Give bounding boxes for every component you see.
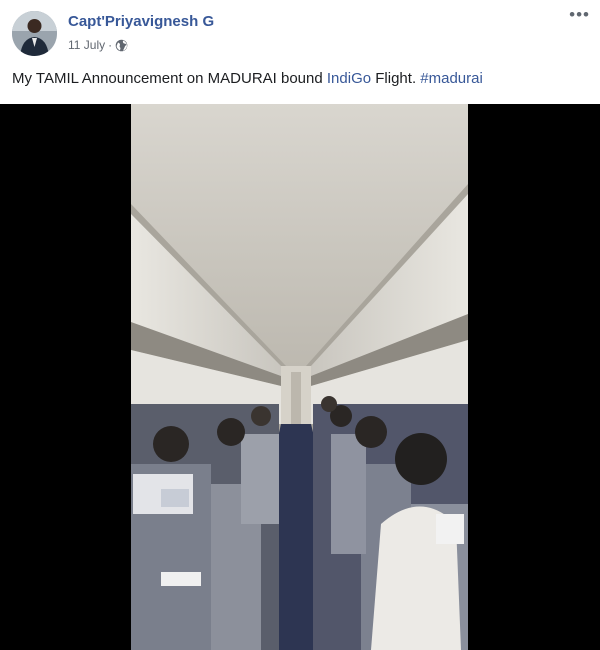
aircraft-cabin-image	[131, 104, 468, 650]
video-player[interactable]	[0, 104, 600, 650]
post-date[interactable]: 11 July	[68, 38, 105, 52]
meta-separator: ·	[108, 38, 113, 52]
post-text-mid: Flight.	[371, 70, 421, 87]
indigo-link[interactable]: IndiGo	[327, 70, 371, 87]
post-text: My TAMIL Announcement on MADURAI bound I…	[12, 70, 483, 87]
more-options-icon[interactable]: •••	[569, 6, 590, 23]
hashtag-link[interactable]: #madurai	[420, 70, 483, 87]
post-meta: 11 July ·	[68, 38, 128, 52]
avatar[interactable]	[12, 11, 57, 56]
globe-icon[interactable]	[115, 39, 128, 52]
author-name[interactable]: Capt'Priyavignesh G	[68, 13, 214, 30]
post-header: Capt'Priyavignesh G 11 July · •••	[0, 0, 600, 68]
video-frame[interactable]	[131, 104, 468, 650]
post-text-plain: My TAMIL Announcement on MADURAI bound	[12, 70, 327, 87]
